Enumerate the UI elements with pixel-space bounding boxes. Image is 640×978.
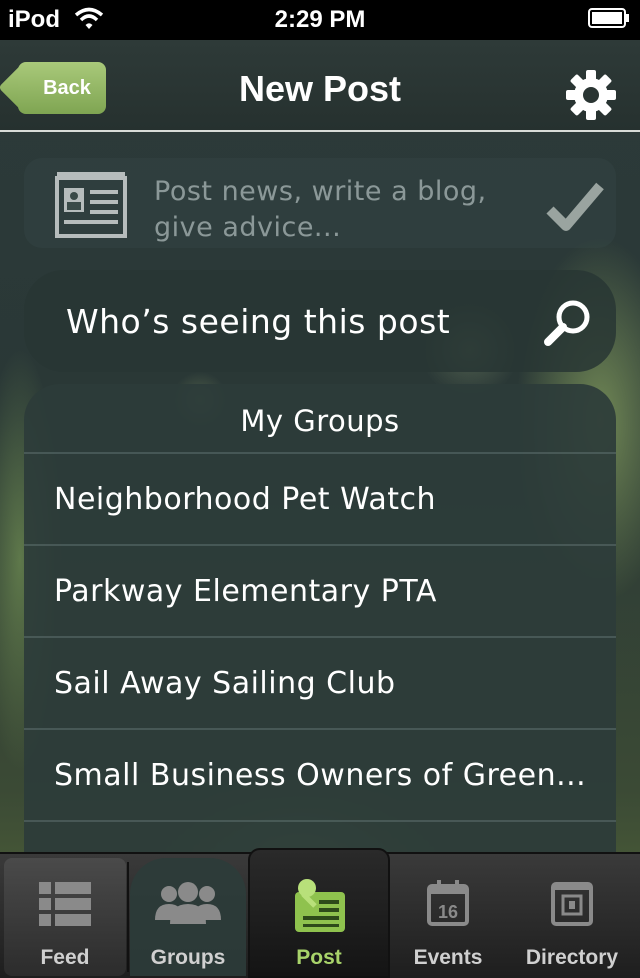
tab-label: Feed xyxy=(40,946,90,969)
audience-label: Who’s seeing this post xyxy=(66,302,451,341)
clock: 2:29 PM xyxy=(274,6,366,33)
battery-icon xyxy=(588,8,629,28)
navigation-bar: Back New Post xyxy=(0,40,640,132)
tab-label: Events xyxy=(413,946,483,969)
feed-icon xyxy=(39,882,91,926)
search-icon xyxy=(544,300,590,346)
tab-directory[interactable]: Directory xyxy=(506,858,638,976)
audience-search[interactable]: Who’s seeing this post xyxy=(24,270,616,372)
status-bar: iPod 2:29 PM xyxy=(0,0,640,40)
tab-feed[interactable]: Feed xyxy=(4,858,126,976)
calendar-icon: 16 xyxy=(427,880,469,926)
tab-label: Groups xyxy=(150,946,226,969)
back-button[interactable]: Back xyxy=(18,62,106,114)
directory-icon xyxy=(551,882,593,926)
groups-header: My Groups xyxy=(24,384,616,454)
tab-events[interactable]: 16 Events xyxy=(392,858,504,976)
tab-post[interactable]: Post xyxy=(248,848,390,978)
newspaper-icon xyxy=(55,172,127,238)
compose-field[interactable]: Post news, write a blog, give advice... xyxy=(24,158,616,248)
tab-divider xyxy=(127,862,129,972)
back-button-wrap[interactable]: Back xyxy=(18,62,118,114)
calendar-day: 16 xyxy=(438,902,458,922)
tab-bar: Feed Groups Post 16 Events Directory xyxy=(0,848,640,978)
group-item[interactable]: Neighborhood Pet Watch xyxy=(24,454,616,546)
compose-placeholder: Post news, write a blog, give advice... xyxy=(154,176,487,243)
group-item[interactable]: Small Business Owners of Green... xyxy=(24,730,616,822)
checkmark-icon[interactable] xyxy=(546,180,604,232)
tab-groups[interactable]: Groups xyxy=(130,858,246,976)
tab-label: Directory xyxy=(525,946,619,969)
gear-icon[interactable] xyxy=(564,68,618,122)
post-pin-icon xyxy=(295,879,345,932)
group-item[interactable]: Sail Away Sailing Club xyxy=(24,638,616,730)
tab-label: Post xyxy=(296,946,342,969)
people-icon xyxy=(155,882,221,924)
group-item[interactable]: Parkway Elementary PTA xyxy=(24,546,616,638)
groups-list: My Groups Neighborhood Pet Watch Parkway… xyxy=(24,384,616,854)
